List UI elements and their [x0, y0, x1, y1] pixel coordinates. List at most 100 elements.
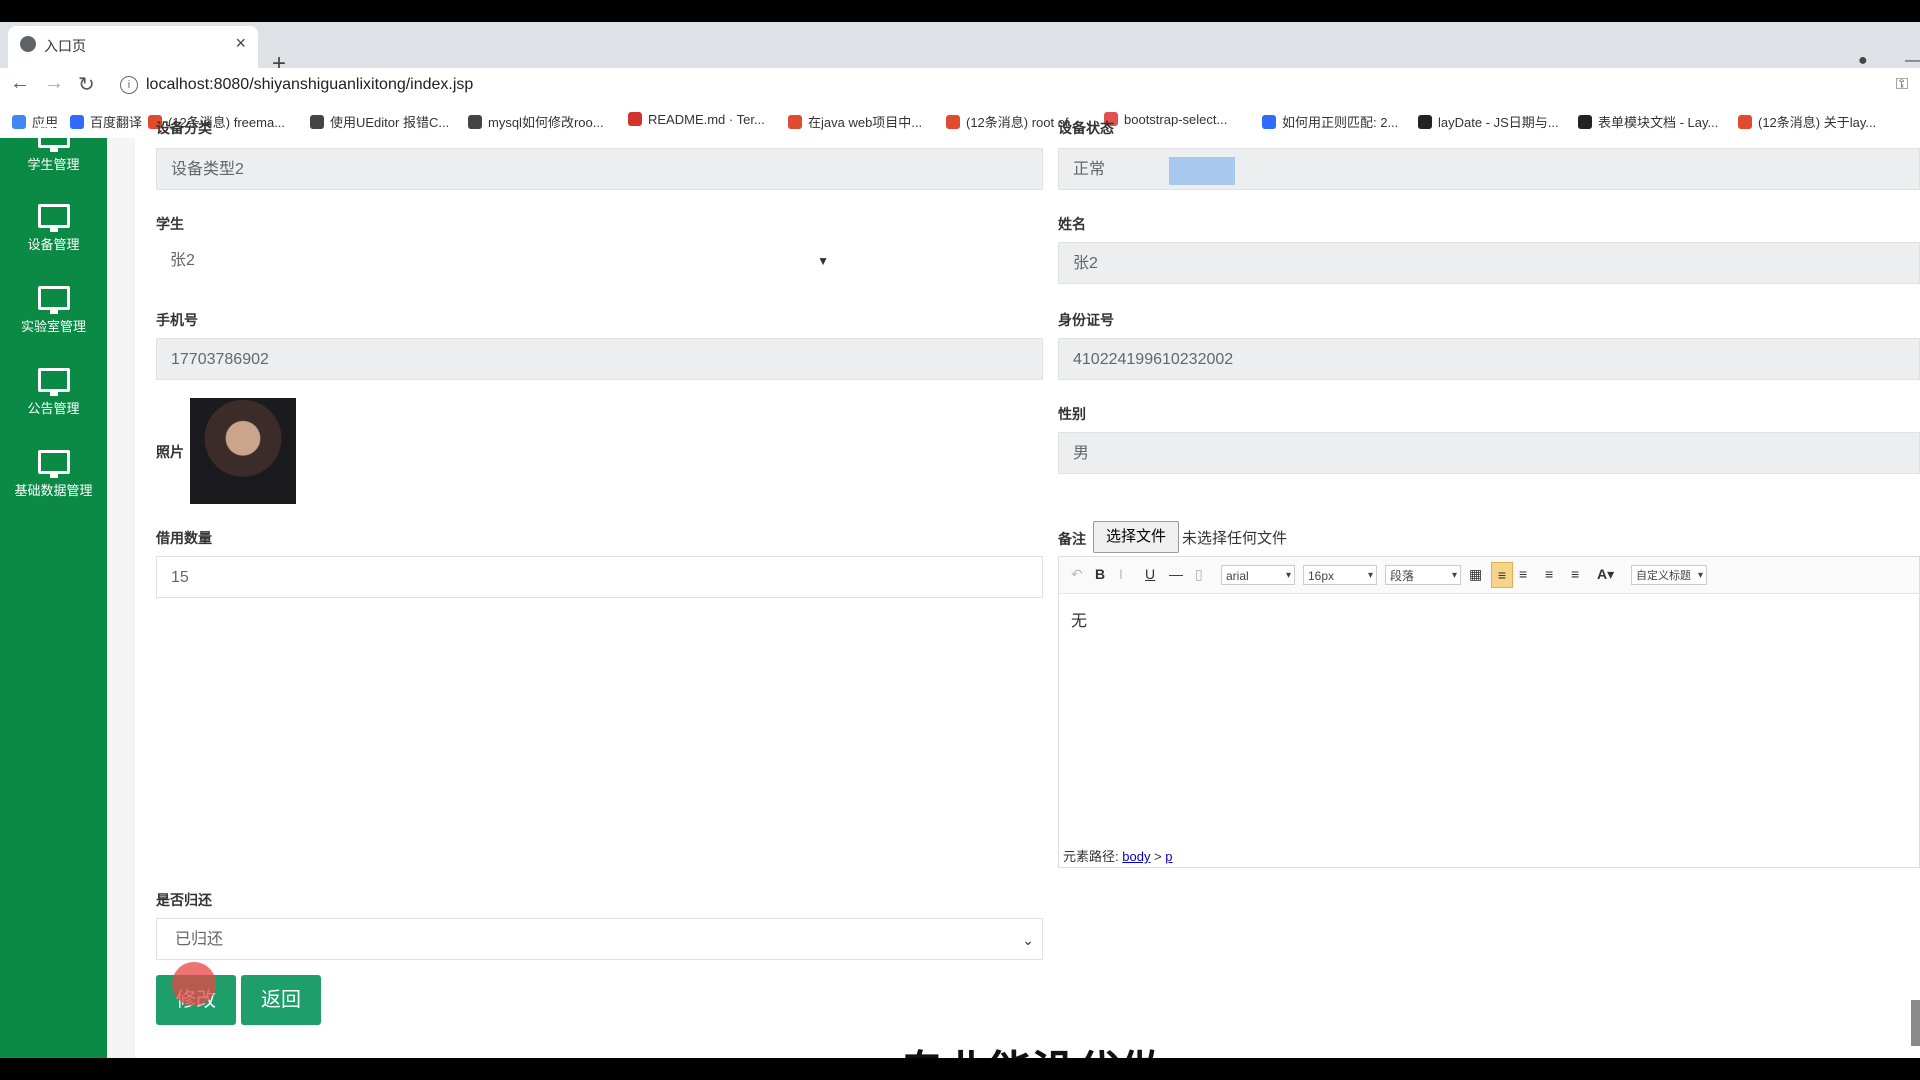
bookmark-item[interactable]: mysql如何修改roo... — [468, 112, 604, 131]
table-icon[interactable]: ▦ — [1469, 566, 1482, 583]
student-photo — [190, 398, 296, 504]
photo-label: 照片 — [156, 444, 184, 460]
browser-tab[interactable]: 入口页 × — [8, 26, 258, 68]
reload-icon[interactable]: ↻ — [78, 72, 95, 97]
bookmark-item[interactable]: (12条消息) 关于lay... — [1738, 112, 1876, 131]
bottom-black-bar — [0, 1058, 1920, 1080]
returned-label: 是否归还 — [156, 892, 212, 908]
url-text[interactable]: localhost:8080/shiyanshiguanlixitong/ind… — [146, 76, 473, 94]
phone-label: 手机号 — [156, 312, 198, 328]
choose-file-button[interactable]: 选择文件 — [1093, 521, 1179, 553]
sidebar-item-label: 实验室管理 — [20, 319, 86, 334]
font-family-select[interactable]: arial — [1221, 565, 1295, 586]
idcard-label: 身份证号 — [1058, 312, 1114, 328]
back-arrow-icon[interactable]: ← — [10, 72, 30, 95]
bookmark-label: (12条消息) 关于lay... — [1758, 115, 1877, 130]
font-size-select[interactable]: 16px — [1303, 565, 1377, 586]
editor-toolbar: ↶ B I U — ▯ arial 16px 段落 ▦ ≡ ≡ ≡ ≡ A▾ 自… — [1059, 557, 1919, 594]
monitor-icon — [37, 450, 70, 478]
bookmark-label: layDate - JS日期与... — [1438, 115, 1559, 130]
returned-select-value: 已归还 — [175, 931, 224, 948]
align-center-icon[interactable]: ≡ — [1519, 566, 1527, 582]
device-status-input[interactable]: 正常 — [1058, 148, 1920, 190]
font-color-icon[interactable]: A▾ — [1597, 566, 1614, 583]
bookmark-item[interactable]: 使用UEditor 报错C... — [310, 112, 449, 131]
info-icon[interactable]: i — [120, 76, 138, 94]
student-select[interactable]: 张2 ▼ — [156, 240, 839, 282]
italic-icon[interactable]: I — [1119, 566, 1123, 582]
bookmark-item[interactable]: 表单模块文档 - Lay... — [1578, 112, 1718, 131]
globe-icon — [20, 36, 36, 52]
sidebar-item-label: 公告管理 — [27, 401, 80, 416]
monitor-icon — [37, 124, 70, 152]
editor-content[interactable]: 无 — [1071, 607, 1087, 631]
underline-icon[interactable]: U — [1145, 566, 1155, 582]
bookmark-label: bootstrap-select... — [1124, 112, 1228, 127]
remark-label: 备注 — [1058, 531, 1086, 547]
file-status-text: 未选择任何文件 — [1182, 530, 1288, 547]
bookmark-item[interactable]: bootstrap-select... — [1104, 112, 1227, 127]
bookmark-item[interactable]: README.md · Ter... — [628, 112, 765, 127]
paragraph-select[interactable]: 段落 — [1385, 565, 1461, 586]
bookmark-item[interactable]: 如何用正则匹配: 2... — [1262, 112, 1398, 131]
sidebar-item-students[interactable]: 学生管理 — [0, 124, 107, 173]
bookmark-favicon-icon — [946, 115, 960, 129]
bookmark-favicon-icon — [1738, 115, 1752, 129]
bookmark-label: 如何用正则匹配: 2... — [1282, 115, 1399, 130]
bookmark-favicon-icon — [310, 115, 324, 129]
forward-arrow-icon[interactable]: → — [44, 72, 64, 95]
bookmark-favicon-icon — [468, 115, 482, 129]
video-subtitle: 专业能没代做 — [900, 1036, 1164, 1058]
gender-input[interactable]: 男 — [1058, 432, 1920, 474]
custom-title-select[interactable]: 自定义标题 — [1631, 565, 1707, 586]
phone-input[interactable]: 17703786902 — [156, 338, 1043, 380]
browser-tab-bar: 入口页 × + ● — — [0, 22, 1920, 77]
sidebar: 学生管理 设备管理 实验室管理 公告管理 基础数据管理 — [0, 124, 107, 1058]
borrow-qty-label: 借用数量 — [156, 530, 212, 546]
name-input[interactable]: 张2 — [1058, 242, 1920, 284]
bookmark-favicon-icon — [1262, 115, 1276, 129]
device-status-value: 正常 — [1073, 161, 1106, 178]
align-right-icon[interactable]: ≡ — [1545, 566, 1553, 582]
bookmark-label: README.md · Ter... — [648, 112, 765, 127]
sidebar-item-label: 设备管理 — [27, 237, 80, 252]
scrollbar-thumb[interactable] — [1911, 1000, 1920, 1046]
sidebar-item-label: 基础数据管理 — [14, 483, 93, 498]
bookmark-favicon-icon — [1418, 115, 1432, 129]
paste-icon[interactable]: ▯ — [1195, 566, 1203, 583]
bookmarks-bar: 应用 百度翻译 (12条消息) freema... 使用UEditor 报错C... m… — [0, 104, 1920, 139]
bookmark-favicon-icon — [628, 112, 642, 126]
bookmark-favicon-icon — [1578, 115, 1592, 129]
align-left-icon[interactable]: ≡ — [1491, 562, 1513, 588]
horizontal-rule-icon[interactable]: — — [1169, 566, 1183, 582]
bold-icon[interactable]: B — [1095, 566, 1105, 582]
address-bar: ← → ↻ i localhost:8080/shiyanshiguanlixi… — [0, 68, 1920, 104]
undo-icon[interactable]: ↶ — [1071, 566, 1083, 583]
borrow-qty-input[interactable]: 15 — [156, 556, 1043, 598]
back-button[interactable]: 返回 — [241, 975, 321, 1025]
monitor-icon — [37, 286, 70, 314]
bookmark-item[interactable]: 在java web项目中... — [788, 112, 922, 131]
sidebar-item-devices[interactable]: 设备管理 — [0, 204, 107, 253]
close-icon[interactable]: × — [235, 33, 246, 54]
idcard-input[interactable]: 410224199610232002 — [1058, 338, 1920, 380]
bookmark-item[interactable]: layDate - JS日期与... — [1418, 112, 1559, 131]
device-status-label: 设备状态 — [1058, 120, 1114, 136]
tab-title: 入口页 — [44, 38, 86, 54]
sidebar-item-label: 学生管理 — [27, 157, 80, 172]
device-category-input[interactable]: 设备类型2 — [156, 148, 1043, 190]
element-path-p-link[interactable]: p — [1165, 849, 1172, 864]
element-path-body-link[interactable]: body — [1122, 849, 1150, 864]
sidebar-item-notices[interactable]: 公告管理 — [0, 368, 107, 417]
gender-label: 性别 — [1058, 406, 1086, 422]
rich-text-editor[interactable]: ↶ B I U — ▯ arial 16px 段落 ▦ ≡ ≡ ≡ ≡ A▾ 自… — [1058, 556, 1920, 868]
sidebar-item-basedata[interactable]: 基础数据管理 — [0, 450, 107, 499]
bookmark-label: 表单模块文档 - Lay... — [1598, 115, 1719, 130]
element-path-separator: > — [1154, 849, 1162, 864]
returned-select[interactable]: 已归还 ⌄ — [156, 918, 1043, 960]
sidebar-item-labs[interactable]: 实验室管理 — [0, 286, 107, 335]
key-icon[interactable]: ⚿ — [1896, 76, 1908, 94]
student-select-value: 张2 — [170, 252, 195, 269]
align-justify-icon[interactable]: ≡ — [1571, 566, 1579, 582]
caret-down-icon: ▼ — [817, 254, 829, 268]
